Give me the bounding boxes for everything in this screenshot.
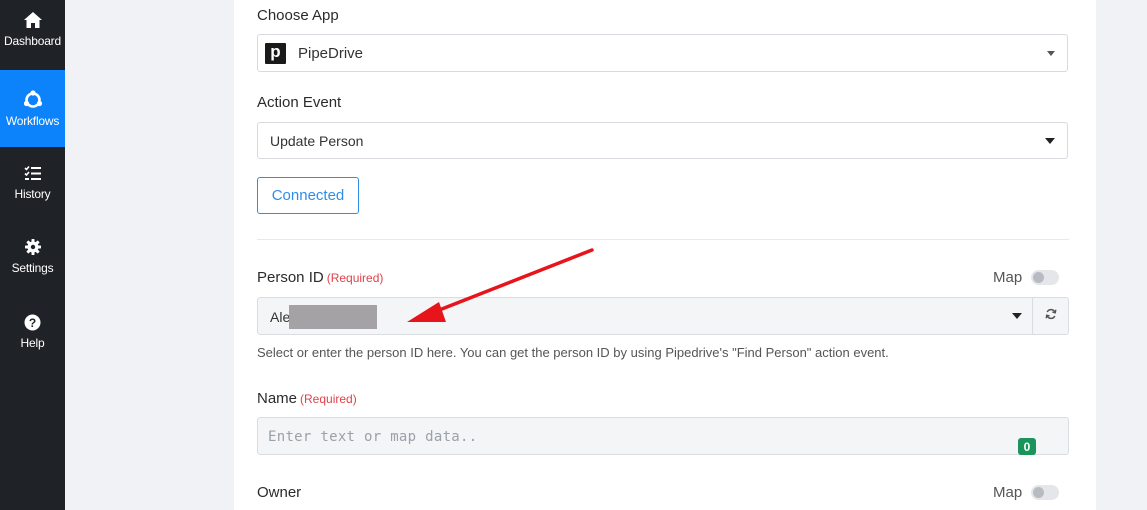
choose-app-label: Choose App: [257, 7, 339, 24]
map-label: Map: [993, 484, 1023, 501]
pipedrive-logo-icon: p: [265, 42, 286, 64]
person-id-value: Ale: [270, 309, 291, 325]
owner-label: Owner: [257, 484, 302, 501]
sidebar-item-label: History: [14, 187, 51, 201]
sidebar-item-settings[interactable]: Settings: [0, 237, 65, 275]
sidebar-item-help[interactable]: ? Help: [0, 312, 65, 350]
history-list-icon: [23, 163, 42, 183]
refresh-icon: [1045, 307, 1057, 325]
home-icon: [23, 10, 43, 30]
toggle-knob: [1033, 272, 1045, 283]
help-icon: ?: [24, 312, 41, 332]
owner-map-toggle-group: Map: [993, 484, 1060, 501]
workflow-action-form: Choose App p PipeDrive Action Event Upda…: [234, 0, 1096, 510]
action-event-select[interactable]: Update Person: [257, 122, 1068, 159]
sidebar: Dashboard Workflows History Settings ? H…: [0, 0, 65, 510]
action-event-value: Update Person: [270, 133, 364, 149]
redacted-block: [289, 305, 377, 329]
caret-down-icon: [1045, 138, 1055, 144]
connected-button[interactable]: Connected: [257, 177, 359, 214]
sidebar-item-workflows[interactable]: Workflows: [0, 70, 65, 147]
person-id-label-text: Person ID: [257, 269, 324, 286]
character-count-badge: 0: [1018, 438, 1036, 455]
sidebar-item-label: Help: [20, 336, 45, 350]
name-input[interactable]: Enter text or map data..: [257, 417, 1069, 455]
toggle-knob: [1033, 487, 1045, 498]
choose-app-select[interactable]: p PipeDrive: [257, 34, 1068, 72]
required-indicator: (Required): [326, 271, 384, 285]
name-label: Name (Required): [257, 390, 357, 407]
required-indicator: (Required): [300, 392, 357, 406]
action-event-label: Action Event: [257, 94, 342, 111]
chevron-down-icon: [1047, 51, 1055, 56]
sidebar-item-label: Dashboard: [4, 34, 61, 48]
sidebar-item-history[interactable]: History: [0, 163, 65, 201]
caret-down-icon: [1012, 313, 1022, 319]
person-id-label: Person ID (Required): [257, 269, 383, 286]
choose-app-value: PipeDrive: [298, 45, 364, 62]
sidebar-item-dashboard[interactable]: Dashboard: [0, 10, 65, 48]
svg-text:?: ?: [29, 315, 36, 329]
name-label-text: Name: [257, 390, 298, 407]
gear-icon: [24, 237, 41, 257]
section-divider: [257, 239, 1069, 240]
map-label: Map: [993, 269, 1023, 286]
sidebar-item-label: Settings: [11, 261, 54, 275]
name-input-placeholder: Enter text or map data..: [268, 429, 478, 445]
person-id-select[interactable]: Ale: [257, 297, 1033, 335]
workflows-icon: [23, 89, 43, 110]
refresh-button[interactable]: [1033, 297, 1069, 335]
person-id-map-toggle[interactable]: [1031, 270, 1060, 285]
person-id-help-text: Select or enter the person ID here. You …: [257, 345, 889, 360]
sidebar-item-label: Workflows: [5, 113, 60, 128]
person-id-map-toggle-group: Map: [993, 269, 1060, 286]
owner-map-toggle[interactable]: [1031, 485, 1060, 500]
